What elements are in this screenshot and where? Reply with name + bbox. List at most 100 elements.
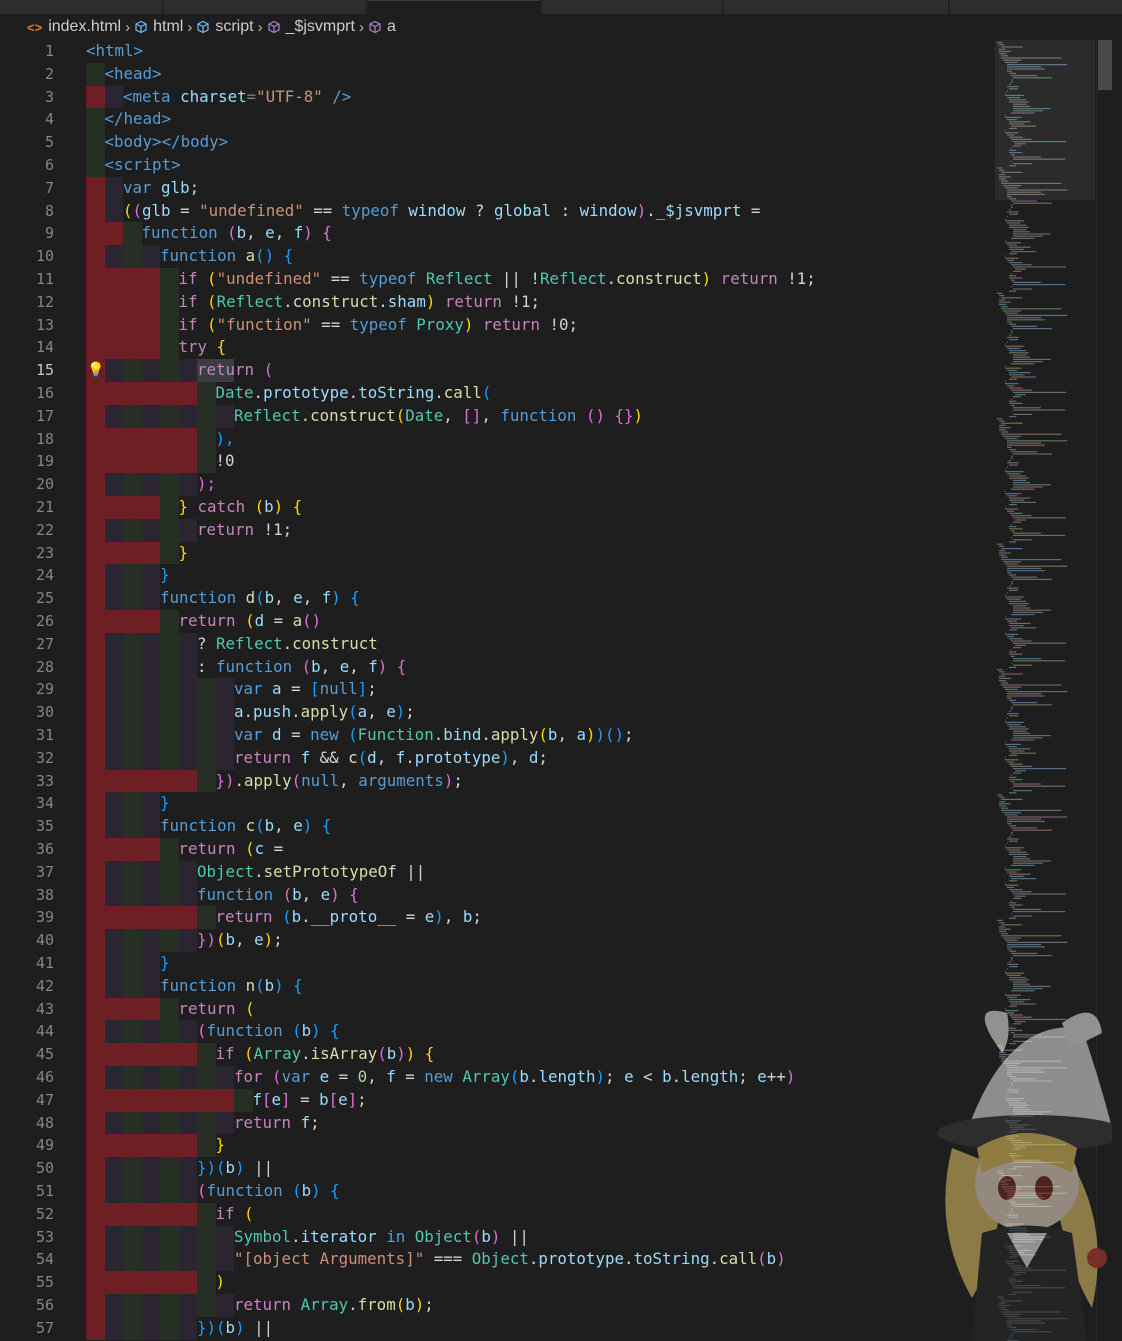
- code-text[interactable]: return f && c(d, f.prototype), d;: [234, 747, 548, 770]
- code-line[interactable]: 2 <head>: [0, 62, 1000, 86]
- code-line[interactable]: 14 try {: [0, 336, 1000, 360]
- line-number[interactable]: 22: [0, 519, 54, 542]
- code-line[interactable]: 9 function (b, e, f) {: [0, 222, 1000, 246]
- code-text[interactable]: } catch (b) {: [179, 496, 303, 519]
- code-line[interactable]: 15 💡 return (: [0, 359, 1000, 382]
- code-text[interactable]: ): [216, 1271, 226, 1294]
- code-line[interactable]: 57 })(b) ||: [0, 1316, 1000, 1340]
- code-line[interactable]: 51 (function (b) {: [0, 1180, 1000, 1203]
- code-line[interactable]: 50})(b) ||: [0, 1157, 1000, 1180]
- code-line[interactable]: 47 f[e] = b[e];: [0, 1088, 1000, 1112]
- line-number[interactable]: 18: [0, 428, 54, 451]
- line-number[interactable]: 30: [0, 701, 54, 724]
- code-text[interactable]: }: [179, 542, 189, 565]
- code-text[interactable]: }: [160, 792, 170, 815]
- code-text[interactable]: for (var e = 0, f = new Array(b.length);…: [234, 1066, 795, 1089]
- code-line[interactable]: 56 return Array.from(b);: [0, 1294, 1000, 1317]
- code-line[interactable]: 41}: [0, 952, 1000, 975]
- code-text[interactable]: if (: [216, 1203, 254, 1226]
- code-line[interactable]: 39 return (b.__proto__ = e), b;: [0, 906, 1000, 930]
- line-number[interactable]: 17: [0, 405, 54, 428]
- code-text[interactable]: <script>: [105, 154, 181, 177]
- line-number[interactable]: 45: [0, 1043, 54, 1066]
- code-line[interactable]: 16 Date.prototype.toString.call(: [0, 382, 1000, 405]
- scrollbar-thumb[interactable]: [1098, 40, 1112, 90]
- line-number[interactable]: 3: [0, 86, 54, 109]
- code-text[interactable]: <meta charset="UTF-8" />: [123, 86, 351, 109]
- code-line[interactable]: 45 if (Array.isArray(b)) {: [0, 1043, 1000, 1066]
- line-number[interactable]: 49: [0, 1134, 54, 1157]
- breadcrumb-item-script[interactable]: script: [196, 18, 254, 36]
- code-text[interactable]: var glb;: [123, 177, 199, 200]
- code-line[interactable]: 53 Symbol.iterator in Object(b) ||: [0, 1225, 1000, 1249]
- code-line[interactable]: 42 function n(b) {: [0, 974, 1000, 998]
- line-number[interactable]: 1: [0, 40, 54, 63]
- line-number[interactable]: 19: [0, 450, 54, 473]
- line-number[interactable]: 42: [0, 975, 54, 998]
- code-line[interactable]: 43 return (: [0, 997, 1000, 1021]
- code-text[interactable]: return (b.__proto__ = e), b;: [216, 906, 482, 929]
- line-number[interactable]: 51: [0, 1180, 54, 1203]
- tab-previous-1[interactable]: [0, 0, 163, 14]
- code-line[interactable]: 20);: [0, 473, 1000, 496]
- code-text[interactable]: function d(b, e, f) {: [160, 587, 360, 610]
- code-text[interactable]: "[object Arguments]" === Object.prototyp…: [234, 1248, 786, 1271]
- code-line[interactable]: 25 function d(b, e, f) {: [0, 587, 1000, 610]
- code-text[interactable]: Reflect.construct(Date, [], function () …: [234, 405, 643, 428]
- code-text[interactable]: return (: [179, 998, 255, 1021]
- code-text[interactable]: return (c =: [179, 838, 284, 861]
- code-line[interactable]: 48 return f;: [0, 1111, 1000, 1135]
- line-number[interactable]: 35: [0, 815, 54, 838]
- line-number[interactable]: 7: [0, 177, 54, 200]
- code-text[interactable]: }: [160, 952, 170, 975]
- code-line[interactable]: 31 var d = new (Function.bind.apply(b, a)…: [0, 724, 1000, 747]
- code-text[interactable]: })(b) ||: [197, 1317, 273, 1340]
- line-number[interactable]: 14: [0, 336, 54, 359]
- code-line[interactable]: 17 Reflect.construct(Date, [], function (…: [0, 404, 1000, 428]
- code-line[interactable]: 40})(b, e);: [0, 929, 1000, 952]
- line-number[interactable]: 4: [0, 108, 54, 131]
- line-number[interactable]: 13: [0, 314, 54, 337]
- code-text[interactable]: ((glb = "undefined" == typeof window ? g…: [123, 200, 760, 223]
- code-line[interactable]: 52 if (: [0, 1202, 1000, 1226]
- code-line[interactable]: 18),: [0, 427, 1000, 451]
- code-line[interactable]: 38 function (b, e) {: [0, 883, 1000, 907]
- line-number[interactable]: 6: [0, 154, 54, 177]
- code-text[interactable]: );: [197, 473, 216, 496]
- line-number[interactable]: 28: [0, 656, 54, 679]
- line-number[interactable]: 11: [0, 268, 54, 291]
- line-number[interactable]: 43: [0, 998, 54, 1021]
- code-text[interactable]: ? Reflect.construct: [197, 633, 378, 656]
- code-line[interactable]: 11 if ("undefined" == typeof Reflect || !…: [0, 268, 1000, 291]
- line-number[interactable]: 8: [0, 200, 54, 223]
- line-number[interactable]: 16: [0, 382, 54, 405]
- code-text[interactable]: Symbol.iterator in Object(b) ||: [234, 1226, 529, 1249]
- code-text[interactable]: }: [160, 564, 170, 587]
- code-line[interactable]: 5 <body></body>: [0, 131, 1000, 154]
- line-number[interactable]: 57: [0, 1317, 54, 1340]
- code-text[interactable]: return (: [197, 359, 273, 382]
- line-number[interactable]: 27: [0, 633, 54, 656]
- code-line[interactable]: 1 <html>: [0, 40, 1000, 63]
- line-number[interactable]: 39: [0, 906, 54, 929]
- code-text[interactable]: if (Reflect.construct.sham) return !1;: [179, 291, 540, 314]
- code-text[interactable]: return Array.from(b);: [234, 1294, 434, 1317]
- line-number[interactable]: 2: [0, 63, 54, 86]
- code-text[interactable]: })(b, e);: [197, 929, 283, 952]
- line-number[interactable]: 37: [0, 861, 54, 884]
- code-text[interactable]: (function (b) {: [197, 1020, 340, 1043]
- code-text[interactable]: </head>: [105, 108, 172, 131]
- line-number[interactable]: 56: [0, 1294, 54, 1317]
- line-number[interactable]: 50: [0, 1157, 54, 1180]
- line-number[interactable]: 29: [0, 678, 54, 701]
- line-number[interactable]: 5: [0, 131, 54, 154]
- line-number[interactable]: 41: [0, 952, 54, 975]
- line-number[interactable]: 25: [0, 587, 54, 610]
- code-line[interactable]: 10 function a() {: [0, 245, 1000, 268]
- code-text[interactable]: ),: [216, 428, 235, 451]
- code-line[interactable]: 12 if (Reflect.construct.sham) return !1;: [0, 290, 1000, 314]
- line-number[interactable]: 36: [0, 838, 54, 861]
- code-line[interactable]: 49}: [0, 1134, 1000, 1158]
- code-line[interactable]: 8 ((glb = "undefined" == typeof window ? …: [0, 199, 1000, 223]
- code-text[interactable]: function n(b) {: [160, 975, 303, 998]
